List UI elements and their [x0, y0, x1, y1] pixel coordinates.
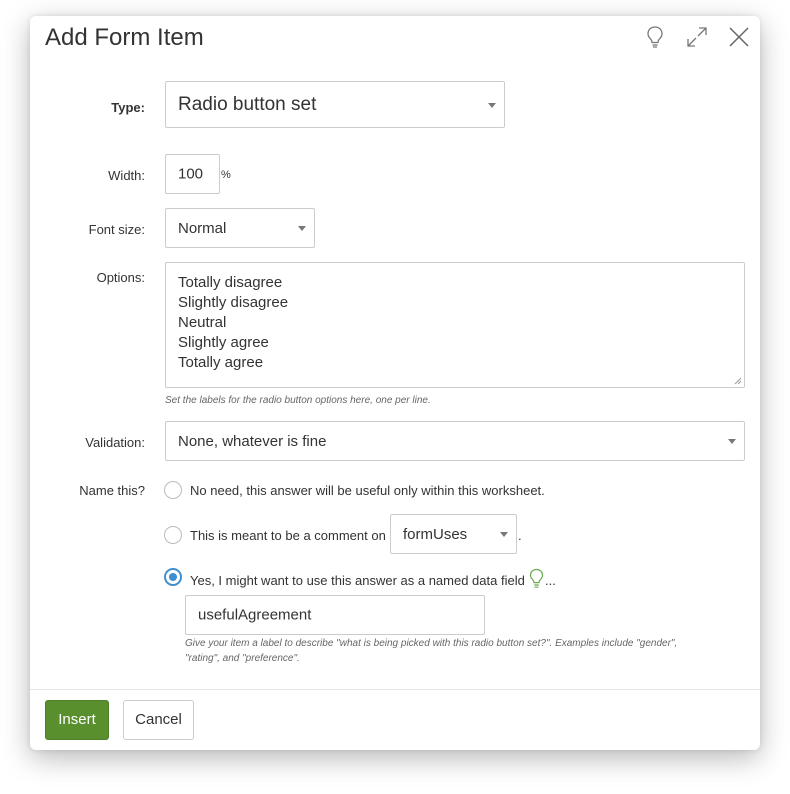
- comment-target-select-value: formUses: [403, 526, 468, 543]
- chevron-down-icon: [298, 226, 306, 231]
- lightbulb-icon[interactable]: [642, 24, 668, 50]
- radio-named-field-label: Yes, I might want to use this answer as …: [190, 573, 525, 588]
- expand-icon[interactable]: [684, 24, 710, 50]
- option-line: Totally agree: [178, 354, 264, 371]
- font-size-select-value: Normal: [178, 220, 227, 237]
- chevron-down-icon: [488, 103, 496, 108]
- radio-no-need[interactable]: [164, 481, 182, 499]
- option-line: Neutral: [178, 314, 227, 331]
- resize-handle-icon[interactable]: [734, 377, 742, 385]
- comment-target-select[interactable]: formUses: [390, 514, 517, 554]
- font-size-label: Font size:: [88, 222, 145, 237]
- named-field-help-text: Give your item a label to describe "what…: [185, 636, 677, 666]
- options-help-text: Set the labels for the radio button opti…: [165, 395, 431, 406]
- type-select[interactable]: Radio button set: [165, 81, 505, 128]
- insert-button[interactable]: Insert: [45, 700, 109, 740]
- width-unit: %: [221, 169, 231, 181]
- radio-comment-on-label: This is meant to be a comment on: [190, 528, 386, 543]
- radio-named-field[interactable]: [164, 568, 182, 586]
- type-label: Type:: [111, 100, 145, 115]
- options-label: Options:: [96, 270, 145, 285]
- cancel-button[interactable]: Cancel: [123, 700, 194, 740]
- comment-suffix: .: [518, 528, 522, 543]
- validation-select-value: None, whatever is fine: [178, 433, 327, 450]
- type-select-value: Radio button set: [178, 94, 317, 115]
- options-textarea[interactable]: Totally disagree Slightly disagree Neutr…: [165, 262, 745, 388]
- width-input[interactable]: 100: [165, 154, 220, 194]
- named-field-input-value: usefulAgreement: [198, 606, 312, 624]
- dialog-title: Add Form Item: [45, 24, 204, 51]
- option-line: Slightly agree: [178, 334, 269, 351]
- radio-no-need-label: No need, this answer will be useful only…: [190, 483, 545, 498]
- named-field-help-line: "rating", and "preference".: [185, 653, 300, 664]
- name-this-label: Name this?: [79, 483, 145, 498]
- option-line: Slightly disagree: [178, 294, 289, 311]
- radio-comment-on[interactable]: [164, 526, 182, 544]
- validation-label: Validation:: [85, 435, 145, 450]
- named-field-ellipsis: ...: [545, 573, 556, 588]
- width-input-value: 100: [178, 165, 204, 183]
- named-field-input[interactable]: usefulAgreement: [185, 595, 485, 635]
- chevron-down-icon: [728, 439, 736, 444]
- named-field-help-line: Give your item a label to describe "what…: [185, 638, 678, 649]
- width-label: Width:: [108, 168, 145, 183]
- close-icon[interactable]: [726, 24, 752, 50]
- lightbulb-icon[interactable]: [528, 568, 545, 590]
- chevron-down-icon: [500, 532, 508, 537]
- footer-divider: [30, 689, 760, 690]
- add-form-item-dialog: Add Form Item Type: Radio button set Wid…: [30, 16, 760, 750]
- validation-select[interactable]: None, whatever is fine: [165, 421, 745, 461]
- font-size-select[interactable]: Normal: [165, 208, 315, 248]
- option-line: Totally disagree: [178, 274, 283, 291]
